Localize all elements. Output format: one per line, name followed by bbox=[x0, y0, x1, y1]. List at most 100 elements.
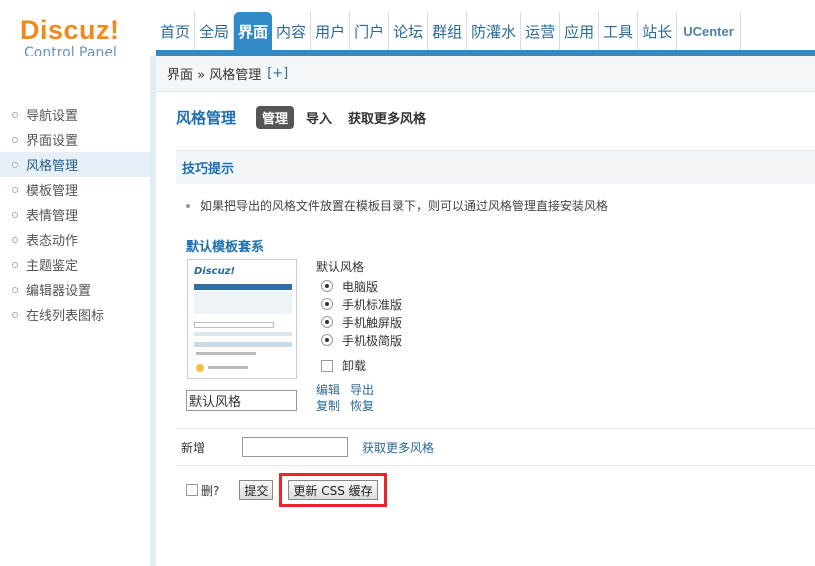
tips-heading: 技巧提示 bbox=[176, 150, 815, 184]
uninstall-checkbox[interactable] bbox=[321, 359, 333, 372]
bullet-icon bbox=[12, 261, 18, 268]
logo-brand: Discuz! bbox=[20, 15, 120, 45]
new-style-input[interactable] bbox=[242, 437, 348, 457]
radio-label: 手机标准版 bbox=[342, 297, 403, 312]
nav-forum[interactable]: 论坛 bbox=[389, 12, 429, 50]
bullet-icon bbox=[12, 161, 18, 168]
radio-mobile-touch[interactable]: 手机触屏版 bbox=[321, 313, 402, 331]
sidebar-item-label: 表情管理 bbox=[26, 209, 79, 224]
top-nav: 首页 全局 界面 内容 用户 门户 论坛 群组 防灌水 运营 应用 工具 站长 … bbox=[156, 12, 741, 50]
uninstall-option[interactable]: 卸载 bbox=[321, 357, 402, 374]
radio-icon[interactable] bbox=[321, 334, 333, 346]
radio-label: 手机触屏版 bbox=[342, 315, 403, 330]
sidebar-item-template-management[interactable]: 模板管理 bbox=[0, 177, 150, 202]
preview-navbar bbox=[194, 284, 292, 290]
bullet-icon bbox=[12, 186, 18, 193]
bullet-icon bbox=[12, 236, 18, 243]
sidebar-item-smilies[interactable]: 表情管理 bbox=[0, 202, 150, 227]
sidebar-item-label: 风格管理 bbox=[26, 159, 79, 174]
tip-text: 如果把导出的风格文件放置在模板目录下，则可以通过风格管理直接安装风格 bbox=[200, 199, 609, 213]
bullet-icon bbox=[12, 136, 18, 143]
delete-checkbox[interactable] bbox=[186, 484, 198, 496]
add-style-row: 新增 获取更多风格 bbox=[181, 437, 434, 457]
sidebar-item-thread-stamps[interactable]: 主题鉴定 bbox=[0, 252, 150, 277]
restore-link[interactable]: 恢复 bbox=[350, 398, 374, 414]
radio-label: 手机极简版 bbox=[342, 333, 403, 348]
nav-portal[interactable]: 门户 bbox=[350, 12, 390, 50]
nav-groups[interactable]: 群组 bbox=[428, 12, 468, 50]
sidebar-item-label: 主题鉴定 bbox=[26, 259, 79, 274]
tip-item: 如果把导出的风格文件放置在模板目录下，则可以通过风格管理直接安装风格 bbox=[186, 197, 608, 214]
add-style-label: 新增 bbox=[181, 440, 206, 455]
sidebar-item-nav-settings[interactable]: 导航设置 bbox=[0, 102, 150, 127]
export-link[interactable]: 导出 bbox=[350, 382, 374, 398]
update-css-cache-button[interactable]: 更新 CSS 缓存 bbox=[288, 480, 378, 500]
preview-row bbox=[196, 352, 256, 355]
nav-apps[interactable]: 应用 bbox=[560, 12, 600, 50]
nav-tools[interactable]: 工具 bbox=[599, 12, 639, 50]
edit-link[interactable]: 编辑 bbox=[316, 382, 340, 398]
bullet-icon bbox=[186, 203, 190, 208]
preview-grid bbox=[194, 292, 292, 314]
bullet-icon bbox=[12, 211, 18, 218]
sidebar-item-label: 界面设置 bbox=[26, 134, 79, 149]
discuz-logo: Discuz! Control Panel bbox=[20, 16, 140, 61]
nav-home[interactable]: 首页 bbox=[156, 12, 196, 50]
breadcrumb: 界面 » 风格管理 [+] bbox=[156, 56, 815, 92]
divider bbox=[176, 428, 815, 429]
preview-search bbox=[194, 322, 274, 328]
top-header: Discuz! Control Panel 首页 全局 界面 内容 用户 门户 … bbox=[0, 0, 815, 61]
nav-interface[interactable]: 界面 bbox=[234, 12, 273, 50]
delete-label: 删? bbox=[201, 483, 220, 498]
page-title: 风格管理 bbox=[176, 109, 237, 127]
template-set-title: 默认模板套系 bbox=[186, 240, 265, 255]
get-more-styles-link[interactable]: 获取更多风格 bbox=[362, 439, 434, 456]
delete-option[interactable]: 删? bbox=[186, 482, 219, 499]
radio-icon[interactable] bbox=[321, 316, 333, 328]
template-actions: 编辑 导出 复制 恢复 bbox=[316, 382, 384, 414]
sidebar-item-ui-settings[interactable]: 界面设置 bbox=[0, 127, 150, 152]
add-shortcut-link[interactable]: [+] bbox=[267, 66, 288, 81]
sidebar-item-label: 模板管理 bbox=[26, 184, 79, 199]
sidebar-item-label: 在线列表图标 bbox=[26, 309, 105, 324]
page-header: 风格管理 管理 导入 获取更多风格 bbox=[176, 106, 442, 129]
sidebar-item-editor-settings[interactable]: 编辑器设置 bbox=[0, 277, 150, 302]
tab-get-more-styles[interactable]: 获取更多风格 bbox=[348, 108, 426, 127]
sidebar-item-label: 编辑器设置 bbox=[26, 284, 92, 299]
sidebar-item-label: 导航设置 bbox=[26, 109, 79, 124]
template-preview-thumbnail[interactable]: Discuz! bbox=[187, 259, 297, 379]
form-actions: 删? 提交 更新 CSS 缓存 bbox=[186, 473, 387, 507]
template-name-input[interactable] bbox=[186, 390, 297, 411]
radio-label: 电脑版 bbox=[342, 279, 379, 294]
preview-strip bbox=[194, 332, 292, 336]
preview-section bbox=[194, 342, 292, 347]
nav-antispam[interactable]: 防灌水 bbox=[467, 12, 522, 50]
tab-manage[interactable]: 管理 bbox=[256, 106, 295, 129]
tab-import[interactable]: 导入 bbox=[306, 108, 332, 127]
default-style-group: 默认风格 电脑版 手机标准版 手机触屏版 手机极简版 卸载 bbox=[316, 258, 402, 374]
bullet-icon bbox=[12, 311, 18, 318]
radio-icon[interactable] bbox=[321, 298, 333, 310]
radio-pc[interactable]: 电脑版 bbox=[321, 277, 402, 295]
nav-ucenter[interactable]: UCenter bbox=[677, 12, 741, 50]
copy-link[interactable]: 复制 bbox=[316, 398, 340, 414]
nav-operations[interactable]: 运营 bbox=[521, 12, 561, 50]
sidebar-item-online-icons[interactable]: 在线列表图标 bbox=[0, 302, 150, 327]
nav-users[interactable]: 用户 bbox=[311, 12, 351, 50]
uninstall-label: 卸载 bbox=[342, 359, 367, 373]
divider bbox=[176, 465, 815, 466]
submit-button[interactable]: 提交 bbox=[239, 480, 274, 500]
nav-global[interactable]: 全局 bbox=[195, 12, 235, 50]
bullet-icon bbox=[12, 111, 18, 118]
sidebar-item-style-management[interactable]: 风格管理 bbox=[0, 152, 150, 177]
nav-content[interactable]: 内容 bbox=[272, 12, 312, 50]
sidebar-item-click-actions[interactable]: 表态动作 bbox=[0, 227, 150, 252]
sidebar-item-label: 表态动作 bbox=[26, 234, 79, 249]
radio-mobile-standard[interactable]: 手机标准版 bbox=[321, 295, 402, 313]
preview-logo: Discuz! bbox=[194, 266, 236, 277]
preview-avatar-icon bbox=[196, 364, 204, 372]
radio-mobile-minimal[interactable]: 手机极简版 bbox=[321, 331, 402, 349]
preview-row bbox=[208, 366, 248, 369]
nav-webmaster[interactable]: 站长 bbox=[638, 12, 678, 50]
radio-icon[interactable] bbox=[321, 280, 333, 292]
